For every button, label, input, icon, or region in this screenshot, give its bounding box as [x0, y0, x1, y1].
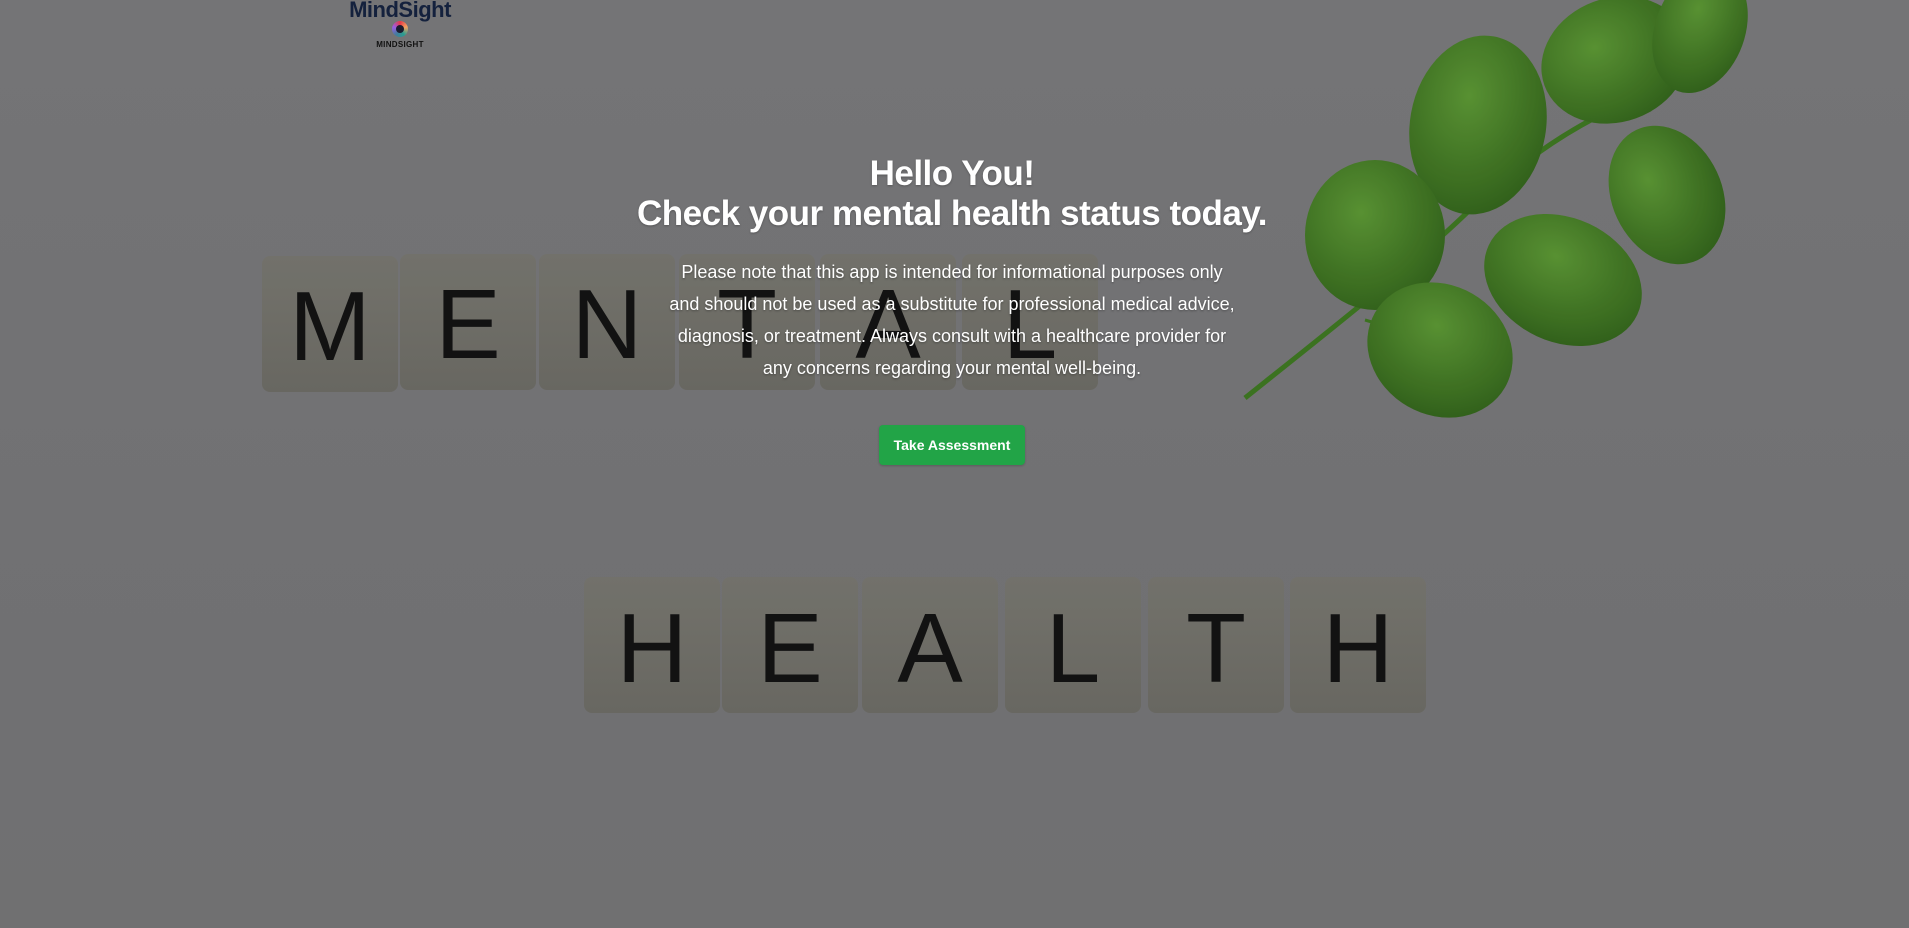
hero-title: Hello You! Check your mental health stat…	[604, 154, 1300, 234]
logo-subtitle: MINDSIGHT	[376, 40, 424, 49]
hero-title-line1: Hello You!	[869, 154, 1035, 193]
logo-wordmark: MindSight	[349, 0, 451, 22]
hero-disclaimer: Please note that this app is intended fo…	[669, 262, 1235, 378]
landing-page: M E N T A L H E A L T H MindSight MINDSI…	[0, 0, 1909, 928]
hero-title-line2: Check your mental health status today.	[637, 194, 1267, 233]
hero-section: Hello You! Check your mental health stat…	[604, 154, 1300, 465]
logo-icon	[392, 21, 408, 37]
brand-logo[interactable]: MindSight MINDSIGHT	[338, 0, 462, 58]
take-assessment-button[interactable]: Take Assessment	[878, 425, 1026, 465]
